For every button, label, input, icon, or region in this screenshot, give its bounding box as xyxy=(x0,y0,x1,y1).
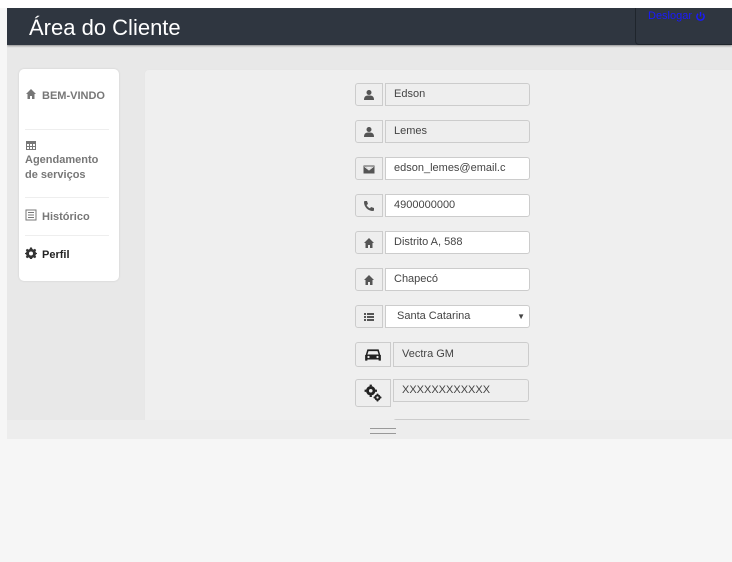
sidebar-divider xyxy=(25,197,109,198)
sidebar-item-historico[interactable]: Histórico xyxy=(25,209,109,225)
vehicle-code-group: XXXXXXXXXXXX xyxy=(355,379,531,407)
gear-icon xyxy=(25,247,37,259)
gears-icon xyxy=(355,379,391,407)
email-field[interactable]: edson_lemes@email.c xyxy=(385,157,530,180)
phone-icon xyxy=(355,194,383,217)
calendar-icon xyxy=(26,141,36,150)
power-icon xyxy=(696,11,705,21)
state-group: Santa Catarina ▼ xyxy=(355,305,531,328)
sidebar-item-label: BEM-VINDO xyxy=(42,90,105,102)
vehicle-code-field[interactable]: XXXXXXXXXXXX xyxy=(393,379,529,402)
envelope-icon xyxy=(355,157,383,180)
city-field[interactable]: Chapecó xyxy=(385,268,530,291)
state-select-value: Santa Catarina xyxy=(397,310,471,322)
logout-box: Deslogar xyxy=(635,8,732,45)
address-group: Distrito A, 588 xyxy=(355,231,531,254)
profile-panel: Edson Lemes edson_lemes@email.c 49000000… xyxy=(144,69,732,420)
sidebar-item-label: Perfil xyxy=(42,249,70,261)
logout-link[interactable]: Deslogar xyxy=(648,10,706,22)
home-icon xyxy=(355,231,383,254)
city-group: Chapecó xyxy=(355,268,531,291)
address-field[interactable]: Distrito A, 588 xyxy=(385,231,530,254)
user-icon xyxy=(355,120,383,143)
phone-field[interactable]: 4900000000 xyxy=(385,194,530,217)
user-icon xyxy=(355,83,383,106)
top-strip xyxy=(0,0,732,8)
home-icon xyxy=(26,89,36,99)
sidebar-divider xyxy=(25,129,109,130)
sidebar-item-bem-vindo[interactable]: BEM-VINDO xyxy=(25,88,109,104)
sidebar-divider xyxy=(25,235,109,236)
phone-group: 4900000000 xyxy=(355,194,531,217)
home-icon xyxy=(355,268,383,291)
sidebar: BEM-VINDO Agendamento de serviços Histór… xyxy=(19,69,119,281)
logout-label: Deslogar xyxy=(648,10,693,22)
car-icon xyxy=(355,342,391,367)
last-name-group: Lemes xyxy=(355,120,531,143)
chevron-down-icon: ▼ xyxy=(517,312,525,321)
sidebar-item-agendamento[interactable]: Agendamento de serviços xyxy=(25,139,109,183)
state-select[interactable]: Santa Catarina ▼ xyxy=(385,305,530,328)
resize-handle[interactable] xyxy=(370,428,396,434)
first-name-field[interactable]: Edson xyxy=(385,83,530,106)
vehicle-group: Vectra GM xyxy=(355,342,531,367)
resize-bar xyxy=(7,420,732,439)
list-icon xyxy=(355,305,383,328)
sidebar-item-label: Agendamento de serviços xyxy=(25,154,99,181)
header: Área do Cliente Deslogar xyxy=(7,8,732,45)
page-title: Área do Cliente xyxy=(29,15,181,40)
list-icon xyxy=(25,209,37,221)
sidebar-item-perfil[interactable]: Perfil xyxy=(25,247,109,263)
sidebar-item-label: Histórico xyxy=(42,211,90,223)
last-name-field[interactable]: Lemes xyxy=(385,120,530,143)
email-group: edson_lemes@email.c xyxy=(355,157,531,180)
app-frame: Área do Cliente Deslogar BEM-VINDO Agend… xyxy=(7,8,732,420)
vehicle-field[interactable]: Vectra GM xyxy=(393,342,529,367)
first-name-group: Edson xyxy=(355,83,531,106)
